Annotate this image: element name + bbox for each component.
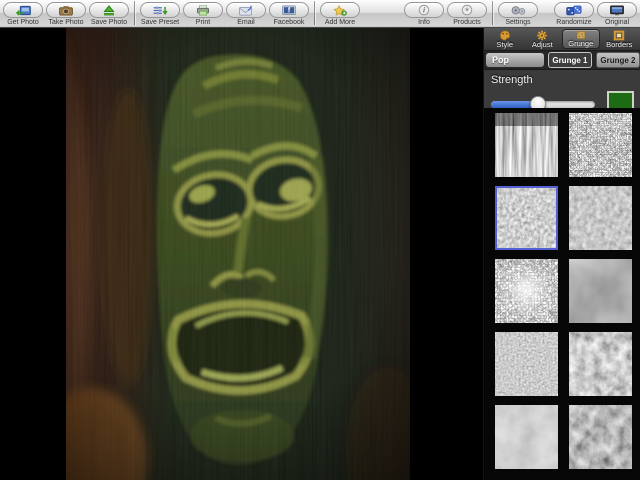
panel-tab-adjust-label: Adjust [532, 41, 553, 49]
style-selector-label: Pop [492, 55, 509, 65]
panel-tab-grunge-label: Grunge [568, 40, 593, 48]
get-photo-button[interactable]: Get Photo [3, 2, 43, 27]
star-plus-icon [332, 5, 348, 16]
grunge-thumbnail[interactable] [569, 259, 632, 323]
save-preset-button[interactable]: Save Preset [140, 2, 180, 27]
side-panel: Style Adjust Grunge Borders Pop Grunge 1… [483, 28, 640, 480]
photo-canvas [0, 28, 483, 480]
panel-tab-grunge[interactable]: Grunge [562, 29, 600, 49]
email-label: Email [237, 19, 255, 27]
panel-tab-bar: Style Adjust Grunge Borders [484, 28, 640, 51]
sub-tab-grunge-2-label: Grunge 2 [600, 56, 635, 65]
grunge-thumbnail[interactable] [569, 186, 632, 250]
toolbar-separator [134, 1, 135, 25]
info-label: Info [418, 19, 430, 27]
toolbar-separator [492, 1, 493, 25]
sub-tab-grunge-1[interactable]: Grunge 1 [548, 52, 592, 68]
products-icon: * [461, 4, 473, 16]
settings-button[interactable]: Settings [498, 2, 538, 27]
adjust-icon [536, 30, 548, 41]
grunge-thumbnail[interactable] [569, 332, 632, 396]
panel-tab-adjust[interactable]: Adjust [525, 29, 561, 49]
result-group: Randomize Original [554, 0, 637, 27]
panel-tab-borders[interactable]: Borders [602, 29, 638, 49]
original-label: Original [605, 19, 629, 27]
panel-tab-borders-label: Borders [606, 41, 632, 49]
tiki-mask-photo[interactable] [66, 28, 410, 480]
original-icon [609, 5, 625, 16]
grunge-thumbnail[interactable] [569, 405, 632, 469]
settings-label: Settings [505, 19, 530, 27]
sub-tab-grunge-2[interactable]: Grunge 2 [596, 52, 640, 68]
save-photo-button[interactable]: Save Photo [89, 2, 129, 27]
printer-icon [195, 5, 211, 16]
save-preset-label: Save Preset [141, 19, 179, 27]
save-photo-icon [102, 5, 116, 16]
toolbar-separator [314, 1, 315, 25]
panel-tab-style[interactable]: Style [487, 29, 523, 49]
share-group: Save Preset Print Email f Facebook [140, 0, 309, 27]
svg-text:*: * [465, 7, 469, 16]
original-button[interactable]: Original [597, 2, 637, 27]
grunge-thumbnail[interactable] [495, 259, 558, 323]
get-photo-icon [15, 5, 32, 16]
photo-io-group: Get Photo Take Photo Save Photo [3, 0, 129, 27]
strength-label: Strength [491, 74, 634, 86]
print-button[interactable]: Print [183, 2, 223, 27]
randomize-label: Randomize [556, 19, 591, 27]
take-photo-button[interactable]: Take Photo [46, 2, 86, 27]
products-button[interactable]: * Products [447, 2, 487, 27]
gears-icon [509, 5, 528, 16]
facebook-label: Facebook [274, 19, 305, 27]
grunge-thumbnail[interactable] [495, 332, 558, 396]
add-more-button[interactable]: Add More [320, 2, 360, 27]
info-icon: i [418, 4, 430, 16]
facebook-button[interactable]: f Facebook [269, 2, 309, 27]
grunge-thumbnail[interactable] [495, 113, 558, 177]
print-label: Print [196, 19, 210, 27]
email-button[interactable]: Email [226, 2, 266, 27]
add-more-label: Add More [325, 19, 355, 27]
panel-tab-style-label: Style [496, 41, 513, 49]
products-label: Products [453, 19, 481, 27]
toolbar: Get Photo Take Photo Save Photo Save Pre… [0, 0, 640, 28]
get-photo-label: Get Photo [7, 19, 39, 27]
take-photo-label: Take Photo [48, 19, 83, 27]
info-button[interactable]: i Info [404, 2, 444, 27]
facebook-icon: f [281, 5, 297, 16]
style-subrow: Pop Grunge 1 Grunge 2 [484, 51, 640, 70]
borders-icon [613, 30, 625, 41]
strength-section: Strength [484, 70, 640, 110]
dice-icon [565, 5, 583, 16]
grunge-thumbnail[interactable] [495, 186, 558, 250]
save-preset-icon [152, 5, 169, 16]
style-icon [499, 30, 511, 41]
randomize-button[interactable]: Randomize [554, 2, 594, 27]
email-icon [238, 5, 254, 16]
style-selector-button[interactable]: Pop [486, 53, 544, 67]
sub-tab-grunge-1-label: Grunge 1 [552, 56, 587, 65]
save-photo-label: Save Photo [91, 19, 127, 27]
add-more-group: Add More [320, 0, 360, 27]
grunge-thumbnail[interactable] [569, 113, 632, 177]
grunge-texture-grid [484, 108, 640, 480]
info-group: i Info * Products [404, 0, 487, 27]
grunge-thumbnail[interactable] [495, 405, 558, 469]
settings-group: Settings [498, 0, 538, 27]
camera-icon [58, 5, 74, 16]
